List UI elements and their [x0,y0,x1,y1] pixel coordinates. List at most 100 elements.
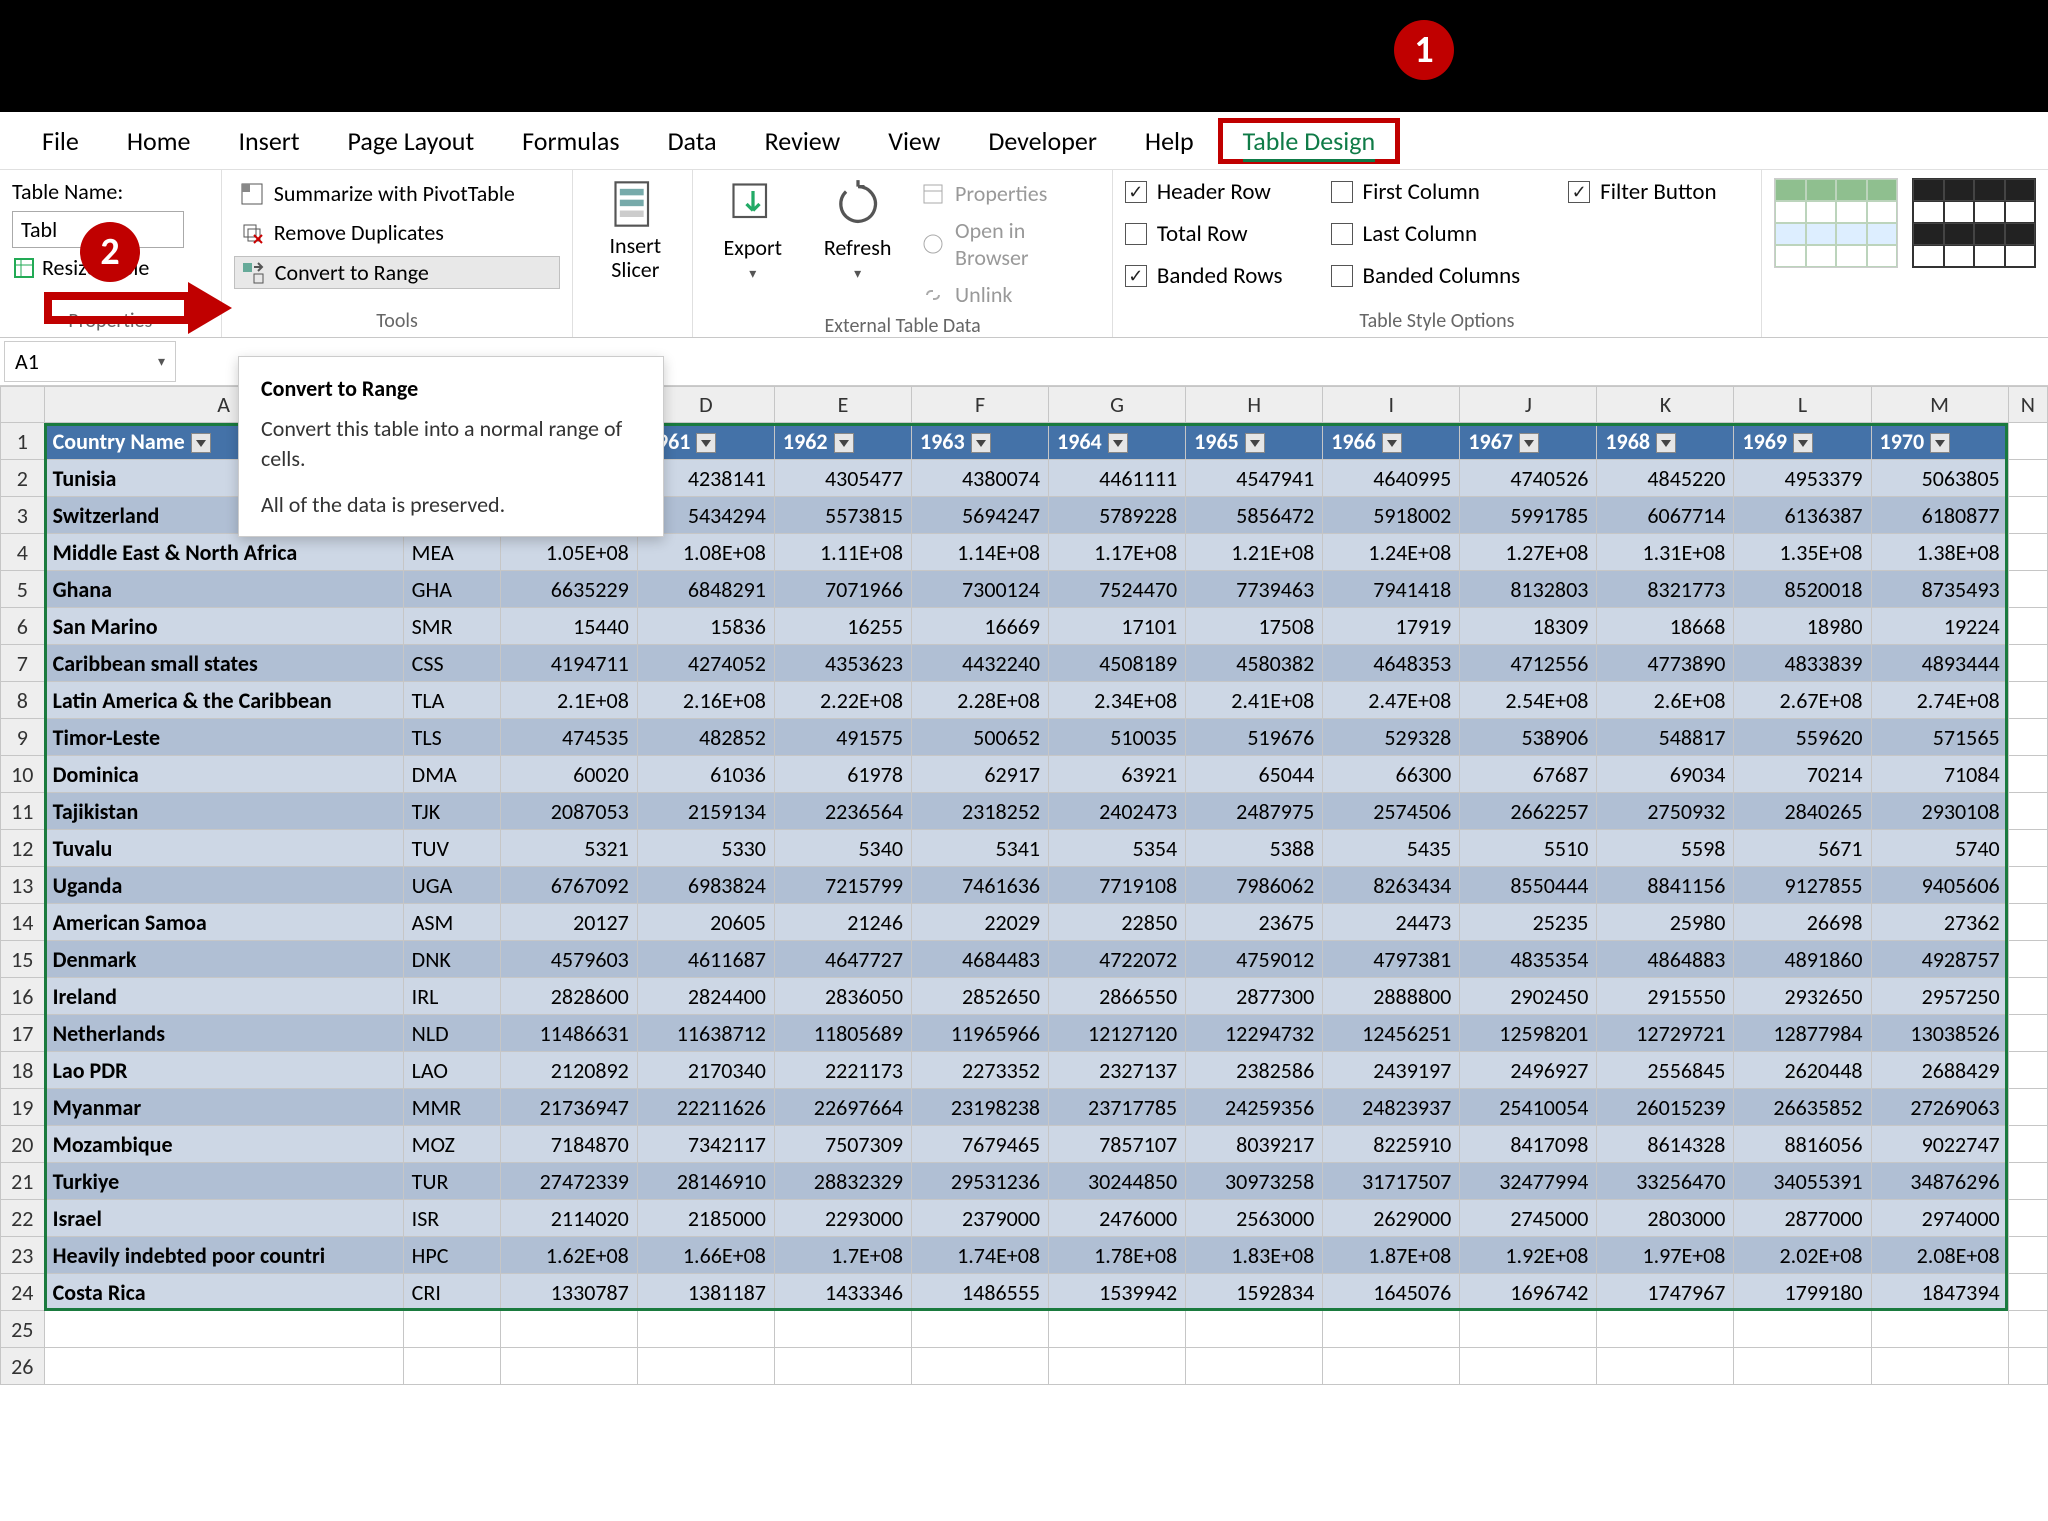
value-cell[interactable]: 5388 [1186,830,1323,867]
value-cell[interactable]: 2915550 [1597,978,1734,1015]
value-cell[interactable]: 2.08E+08 [1871,1237,2008,1274]
value-cell[interactable]: 6136387 [1734,497,1871,534]
filter-dropdown-icon[interactable] [1108,433,1128,453]
value-cell[interactable]: 7857107 [1049,1126,1186,1163]
value-cell[interactable]: 62917 [912,756,1049,793]
value-cell[interactable]: 1.97E+08 [1597,1237,1734,1274]
value-cell[interactable]: 4891860 [1734,941,1871,978]
value-cell[interactable]: 2745000 [1460,1200,1597,1237]
last-column-checkbox[interactable]: Last Column [1331,220,1521,248]
value-cell[interactable]: 6767092 [500,867,637,904]
country-name-cell[interactable]: Middle East & North Africa [44,534,403,571]
value-cell[interactable]: 33256470 [1597,1163,1734,1200]
row-header-14[interactable]: 14 [1,904,45,941]
value-cell[interactable]: 474535 [500,719,637,756]
value-cell[interactable]: 17101 [1049,608,1186,645]
header-cell[interactable]: 1967 [1460,423,1597,460]
value-cell[interactable]: 2.02E+08 [1734,1237,1871,1274]
row-header-13[interactable]: 13 [1,867,45,904]
value-cell[interactable]: 1.92E+08 [1460,1237,1597,1274]
country-code-cell[interactable]: GHA [403,571,500,608]
value-cell[interactable]: 2824400 [637,978,774,1015]
value-cell[interactable]: 1645076 [1323,1274,1460,1311]
row-header-21[interactable]: 21 [1,1163,45,1200]
header-cell[interactable]: 1970 [1871,423,2008,460]
col-header-E[interactable]: E [774,387,911,423]
row-header-10[interactable]: 10 [1,756,45,793]
header-cell[interactable]: 1968 [1597,423,1734,460]
country-code-cell[interactable]: TUV [403,830,500,867]
value-cell[interactable]: 4547941 [1186,460,1323,497]
value-cell[interactable]: 8520018 [1734,571,1871,608]
value-cell[interactable]: 548817 [1597,719,1734,756]
value-cell[interactable]: 2.74E+08 [1871,682,2008,719]
value-cell[interactable]: 16669 [912,608,1049,645]
header-cell[interactable]: 1962 [774,423,911,460]
value-cell[interactable]: 30244850 [1049,1163,1186,1200]
value-cell[interactable]: 2273352 [912,1052,1049,1089]
country-code-cell[interactable]: MMR [403,1089,500,1126]
value-cell[interactable]: 66300 [1323,756,1460,793]
country-code-cell[interactable]: IRL [403,978,500,1015]
col-header-M[interactable]: M [1871,387,2008,423]
value-cell[interactable]: 29531236 [912,1163,1049,1200]
value-cell[interactable]: 4432240 [912,645,1049,682]
value-cell[interactable]: 27362 [1871,904,2008,941]
value-cell[interactable]: 23717785 [1049,1089,1186,1126]
value-cell[interactable]: 2563000 [1186,1200,1323,1237]
value-cell[interactable]: 34055391 [1734,1163,1871,1200]
value-cell[interactable]: 4305477 [774,460,911,497]
table-style-swatch-2[interactable] [1912,178,2036,268]
value-cell[interactable]: 2293000 [774,1200,911,1237]
value-cell[interactable]: 2236564 [774,793,911,830]
convert-to-range-button[interactable]: Convert to Range [234,256,561,289]
country-code-cell[interactable]: SMR [403,608,500,645]
insert-slicer-button[interactable]: Insert Slicer [585,178,685,282]
value-cell[interactable]: 2877300 [1186,978,1323,1015]
value-cell[interactable]: 2836050 [774,978,911,1015]
value-cell[interactable]: 8735493 [1871,571,2008,608]
country-name-cell[interactable]: Dominica [44,756,403,793]
value-cell[interactable]: 7300124 [912,571,1049,608]
value-cell[interactable]: 4712556 [1460,645,1597,682]
value-cell[interactable]: 2159134 [637,793,774,830]
value-cell[interactable]: 2877000 [1734,1200,1871,1237]
value-cell[interactable]: 2.34E+08 [1049,682,1186,719]
value-cell[interactable]: 1.27E+08 [1460,534,1597,571]
value-cell[interactable]: 22029 [912,904,1049,941]
country-code-cell[interactable]: TLS [403,719,500,756]
value-cell[interactable]: 25980 [1597,904,1734,941]
value-cell[interactable]: 5354 [1049,830,1186,867]
value-cell[interactable]: 5341 [912,830,1049,867]
value-cell[interactable]: 8263434 [1323,867,1460,904]
value-cell[interactable]: 1.87E+08 [1323,1237,1460,1274]
value-cell[interactable]: 17919 [1323,608,1460,645]
value-cell[interactable]: 2.67E+08 [1734,682,1871,719]
value-cell[interactable]: 60020 [500,756,637,793]
value-cell[interactable]: 32477994 [1460,1163,1597,1200]
value-cell[interactable]: 2662257 [1460,793,1597,830]
value-cell[interactable]: 34876296 [1871,1163,2008,1200]
value-cell[interactable]: 20605 [637,904,774,941]
value-cell[interactable]: 2629000 [1323,1200,1460,1237]
value-cell[interactable]: 1.24E+08 [1323,534,1460,571]
value-cell[interactable]: 538906 [1460,719,1597,756]
row-header-7[interactable]: 7 [1,645,45,682]
value-cell[interactable]: 5918002 [1323,497,1460,534]
country-code-cell[interactable]: NLD [403,1015,500,1052]
value-cell[interactable]: 26698 [1734,904,1871,941]
value-cell[interactable]: 2487975 [1186,793,1323,830]
value-cell[interactable]: 7739463 [1186,571,1323,608]
country-name-cell[interactable]: Denmark [44,941,403,978]
row-header-20[interactable]: 20 [1,1126,45,1163]
value-cell[interactable]: 1.11E+08 [774,534,911,571]
value-cell[interactable]: 4833839 [1734,645,1871,682]
value-cell[interactable]: 21246 [774,904,911,941]
col-header-H[interactable]: H [1186,387,1323,423]
country-name-cell[interactable]: Caribbean small states [44,645,403,682]
value-cell[interactable]: 9405606 [1871,867,2008,904]
value-cell[interactable]: 2974000 [1871,1200,2008,1237]
filter-dropdown-icon[interactable] [1793,433,1813,453]
country-name-cell[interactable]: Tajikistan [44,793,403,830]
value-cell[interactable]: 69034 [1597,756,1734,793]
